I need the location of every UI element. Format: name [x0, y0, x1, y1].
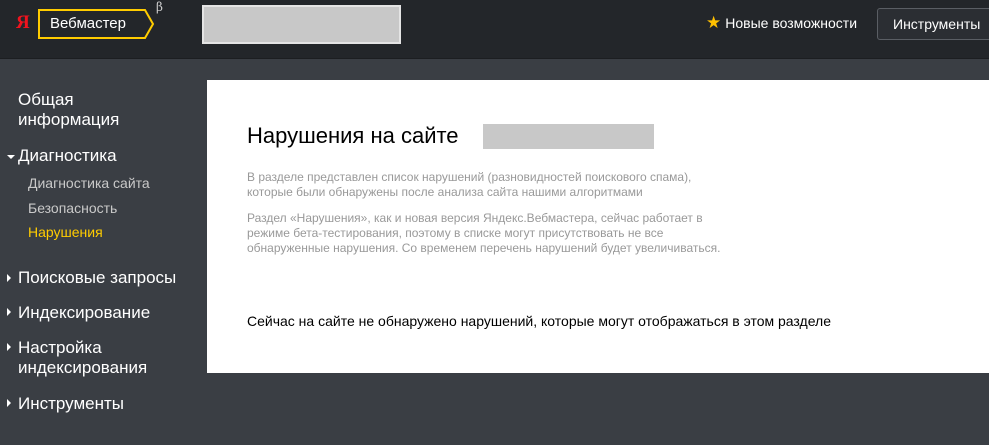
top-header: Я Вебмастер β ★ Новые возможности Инстру…: [0, 0, 989, 59]
service-name-button[interactable]: Вебмастер: [38, 9, 155, 39]
sidebar-item-indexing[interactable]: Индексирование: [18, 303, 150, 323]
sidebar: Общая информация Диагностика Диагностика…: [0, 60, 207, 445]
chevron-down-icon: [7, 155, 15, 159]
whats-new-label: Новые возможности: [725, 14, 858, 31]
site-selector-redacted[interactable]: [202, 5, 401, 44]
chevron-right-icon: [7, 399, 11, 407]
beta-mark: β: [156, 0, 163, 14]
sidebar-subitem-security[interactable]: Безопасность: [28, 200, 117, 216]
tools-button[interactable]: Инструменты: [877, 8, 989, 40]
sidebar-item-tools[interactable]: Инструменты: [18, 394, 124, 414]
sidebar-subitem-site-diagnostics[interactable]: Диагностика сайта: [28, 175, 150, 191]
yandex-logo[interactable]: Я: [16, 12, 30, 34]
sidebar-item-diagnostics[interactable]: Диагностика: [18, 146, 117, 166]
beta-notice: Раздел «Нарушения», как и новая версия Я…: [247, 211, 721, 255]
violations-panel: Нарушения на сайте В разделе представлен…: [207, 80, 989, 373]
service-name-label: Вебмастер: [50, 15, 126, 32]
whats-new-link[interactable]: ★ Новые возможности: [706, 14, 857, 31]
chevron-right-icon: [7, 308, 11, 316]
no-violations-message: Сейчас на сайте не обнаружено нарушений,…: [247, 313, 831, 329]
sidebar-subitem-violations[interactable]: Нарушения: [28, 224, 103, 240]
sidebar-item-search-queries[interactable]: Поисковые запросы: [18, 268, 176, 288]
sidebar-item-general-info[interactable]: Общая информация: [18, 90, 168, 130]
site-name-redacted: [483, 124, 654, 149]
section-description: В разделе представлен список нарушений (…: [247, 170, 692, 199]
chevron-right-icon: [7, 343, 11, 351]
page-title: Нарушения на сайте: [247, 123, 459, 148]
chevron-right-icon: [7, 274, 11, 282]
star-icon: ★: [706, 13, 722, 32]
sidebar-item-indexing-settings[interactable]: Настройка индексирования: [18, 338, 168, 378]
